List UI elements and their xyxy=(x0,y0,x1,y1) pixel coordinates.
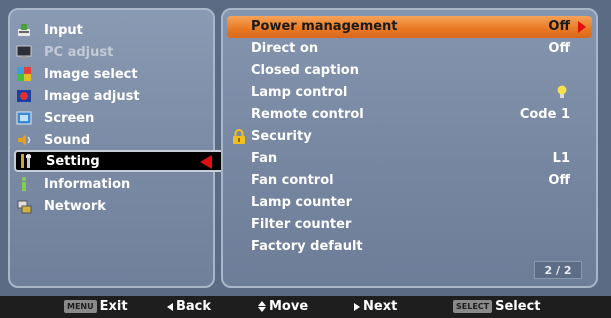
menu-item-image-adjust[interactable]: Image adjust xyxy=(16,85,212,107)
sound-icon xyxy=(16,132,32,148)
hint-select-label: Select xyxy=(495,299,541,314)
menu-key-icon: MENU xyxy=(64,300,97,313)
menu-item-label: Network xyxy=(44,198,106,214)
menu-item-sound[interactable]: Sound xyxy=(16,129,212,151)
submenu-item-label: Lamp control xyxy=(251,85,348,100)
submenu-item-label: Closed caption xyxy=(251,63,359,78)
submenu-item-value: Off xyxy=(548,41,570,56)
submenu-item-direct-on[interactable]: Direct on Off xyxy=(227,38,592,60)
submenu-item-fan[interactable]: Fan L1 xyxy=(227,148,592,170)
lock-icon xyxy=(232,129,246,149)
image-adjust-icon xyxy=(16,88,32,104)
menu-item-label: Setting xyxy=(46,153,100,169)
arrow-up-down-icon xyxy=(258,301,266,312)
submenu-item-power-management[interactable]: Power management Off xyxy=(227,16,592,38)
menu-item-image-select[interactable]: Image select xyxy=(16,63,212,85)
submenu-item-label: Remote control xyxy=(251,107,364,122)
menu-item-label: Sound xyxy=(44,132,91,148)
submenu-item-label: Fan control xyxy=(251,173,334,188)
submenu-item-fan-control[interactable]: Fan control Off xyxy=(227,170,592,192)
network-icon xyxy=(16,198,32,214)
submenu-item-factory-default[interactable]: Factory default xyxy=(227,236,592,258)
hint-back-label: Back xyxy=(176,299,212,314)
submenu-item-value: Code 1 xyxy=(519,107,570,122)
submenu-item-label: Power management xyxy=(251,19,398,34)
menu-item-input[interactable]: Input xyxy=(16,19,212,41)
menu-item-network[interactable]: Network xyxy=(16,195,212,217)
submenu-arrow-icon xyxy=(578,21,586,33)
submenu-item-value: Off xyxy=(548,19,570,34)
page-indicator: 2 / 2 xyxy=(534,261,582,279)
submenu-item-remote-control[interactable]: Remote control Code 1 xyxy=(227,104,592,126)
arrow-left-icon xyxy=(167,302,173,311)
setting-icon xyxy=(18,153,34,169)
submenu-panel: Power management Off Direct on Off Close… xyxy=(221,8,598,288)
submenu-item-label: Factory default xyxy=(251,239,363,254)
menu-item-label: Screen xyxy=(44,110,95,126)
hint-move-label: Move xyxy=(269,299,309,314)
hint-exit-label: Exit xyxy=(99,299,128,314)
submenu-item-security[interactable]: Security xyxy=(227,126,592,148)
image-select-icon xyxy=(16,66,32,82)
menu-item-screen[interactable]: Screen xyxy=(16,107,212,129)
screen-icon xyxy=(16,110,32,126)
menu-item-label: Image adjust xyxy=(44,88,140,104)
menu-item-label: Input xyxy=(44,22,83,38)
submenu-item-value: Off xyxy=(548,173,570,188)
pc-adjust-icon xyxy=(16,44,32,60)
selection-pointer-icon xyxy=(200,155,212,169)
navigation-hint-bar: MENU Exit Back Move Next SELECT Select xyxy=(0,296,611,318)
hint-select: SELECT Select xyxy=(453,299,541,314)
hint-exit: MENU Exit xyxy=(64,299,128,314)
hint-back: Back xyxy=(167,299,211,314)
hint-move: Move xyxy=(258,299,308,314)
submenu-item-label: Security xyxy=(251,129,312,144)
menu-item-label: Image select xyxy=(44,66,138,82)
submenu-item-value: L1 xyxy=(552,151,570,166)
lamp-bulb-icon xyxy=(556,85,568,104)
osd-frame: Input PC adjust Image select Image adjus… xyxy=(0,0,611,318)
submenu-item-closed-caption[interactable]: Closed caption xyxy=(227,60,592,82)
menu-item-setting[interactable]: Setting xyxy=(14,150,224,172)
submenu-item-label: Filter counter xyxy=(251,217,352,232)
menu-item-label: PC adjust xyxy=(44,44,114,60)
information-icon xyxy=(16,176,32,192)
submenu-item-label: Lamp counter xyxy=(251,195,353,210)
input-icon xyxy=(16,22,32,38)
submenu-item-label: Fan xyxy=(251,151,278,166)
submenu-item-lamp-counter[interactable]: Lamp counter xyxy=(227,192,592,214)
select-key-icon: SELECT xyxy=(453,300,493,313)
menu-item-label: Information xyxy=(44,176,131,192)
menu-item-information[interactable]: Information xyxy=(16,173,212,195)
main-menu-panel: Input PC adjust Image select Image adjus… xyxy=(8,8,224,288)
submenu-item-lamp-control[interactable]: Lamp control xyxy=(227,82,592,104)
hint-next-label: Next xyxy=(363,299,398,314)
menu-item-pc-adjust[interactable]: PC adjust xyxy=(16,41,212,63)
submenu-item-label: Direct on xyxy=(251,41,319,56)
hint-next: Next xyxy=(354,299,397,314)
submenu-item-filter-counter[interactable]: Filter counter xyxy=(227,214,592,236)
arrow-right-icon xyxy=(354,302,360,311)
